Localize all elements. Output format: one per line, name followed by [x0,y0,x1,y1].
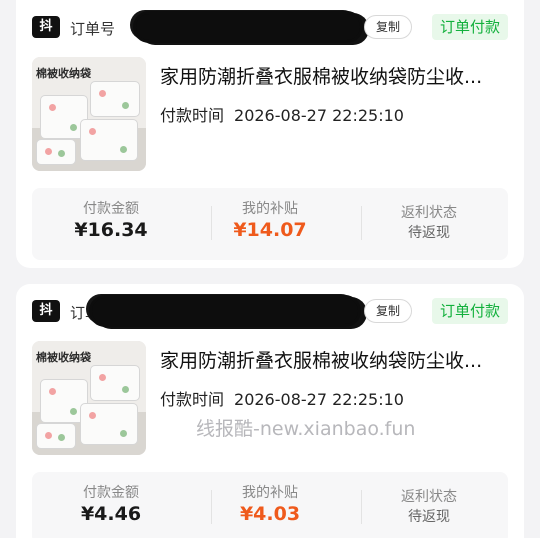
douyin-platform-icon: 抖 [32,16,60,38]
order-stats: 付款金额 ¥16.34 我的补贴 ¥14.07 返利状态 待返现 [32,188,508,260]
payment-time-label: 付款时间 [160,390,225,409]
order-header: 抖 订单号 复制 订单付款 [32,14,508,42]
subsidy-stat: 我的补贴 ¥4.03 [191,472,349,538]
subsidy-label: 我的补贴 [242,201,298,217]
product-thumbnail[interactable]: 棉被收纳袋 [32,57,146,171]
rebate-stat: 返利状态 待返现 [350,188,508,260]
payment-time-label: 付款时间 [160,106,225,125]
product-title[interactable]: 家用防潮折叠衣服棉被收纳袋防尘收... [160,346,508,373]
subsidy-value: ¥14.07 [233,219,307,241]
redacted-order-number [92,298,358,324]
product-thumbnail[interactable]: 棉被收纳袋 [32,341,146,455]
payment-time: 付款时间 2026-08-27 22:25:10 [160,102,404,126]
thumbnail-caption: 棉被收纳袋 [36,67,91,80]
order-number-label: 订单号 [70,20,116,38]
rebate-status-value: 待返现 [408,509,450,525]
rebate-stat: 返利状态 待返现 [350,472,508,538]
order-card[interactable]: 抖 订单号 复制 订单付款 棉被收纳袋 家用防潮折叠衣服棉被收纳袋防尘收... … [16,0,524,268]
pay-amount-value: ¥16.34 [74,219,148,241]
product-title[interactable]: 家用防潮折叠衣服棉被收纳袋防尘收... [160,62,508,89]
pay-amount-value: ¥4.46 [80,503,142,525]
payment-time-value: 2026-08-27 22:25:10 [234,106,404,125]
rebate-status-value: 待返现 [408,225,450,241]
pay-amount-stat: 付款金额 ¥4.46 [32,472,190,538]
order-header: 抖 订单号 复制 订单付款 [32,298,508,326]
copy-button[interactable]: 复制 [364,299,412,323]
subsidy-label: 我的补贴 [242,485,298,501]
order-stats: 付款金额 ¥4.46 我的补贴 ¥4.03 返利状态 待返现 [32,472,508,538]
copy-button[interactable]: 复制 [364,15,412,39]
rebate-label: 返利状态 [401,489,457,505]
payment-time-value: 2026-08-27 22:25:10 [234,390,404,409]
pay-amount-label: 付款金额 [83,485,139,501]
thumbnail-caption: 棉被收纳袋 [36,351,91,364]
order-status-badge: 订单付款 [431,298,508,324]
rebate-label: 返利状态 [401,205,457,221]
watermark-text: 线报酷-new.xianbao.fun [196,418,416,440]
subsidy-stat: 我的补贴 ¥14.07 [191,188,349,260]
payment-time: 付款时间 2026-08-27 22:25:10 [160,386,404,410]
order-list-page: 抖 订单号 复制 订单付款 棉被收纳袋 家用防潮折叠衣服棉被收纳袋防尘收... … [0,0,540,538]
pay-amount-label: 付款金额 [83,201,139,217]
pay-amount-stat: 付款金额 ¥16.34 [32,188,190,260]
order-card[interactable]: 抖 订单号 复制 订单付款 棉被收纳袋 家用防潮折叠衣服棉被收纳袋防尘收... … [16,284,524,538]
order-status-badge: 订单付款 [431,14,508,40]
douyin-platform-icon: 抖 [32,300,60,322]
subsidy-value: ¥4.03 [239,503,301,525]
redacted-order-number [136,14,360,40]
